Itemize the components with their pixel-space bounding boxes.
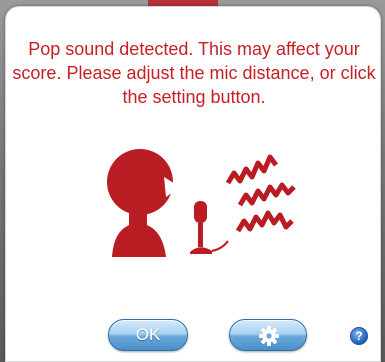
pop-wave-2: [237, 182, 296, 207]
question-mark-icon: ?: [355, 329, 363, 343]
person-neck: [129, 209, 147, 225]
mic-base: [190, 247, 212, 254]
pop-wave-1: [225, 154, 278, 185]
gear-icon: [259, 326, 279, 346]
mic-stand: [198, 223, 203, 247]
settings-button[interactable]: [229, 319, 307, 351]
help-button[interactable]: ?: [350, 327, 368, 345]
mic-cable: [211, 240, 229, 252]
person-head: [107, 149, 173, 215]
ok-button[interactable]: OK: [108, 319, 188, 351]
pop-wave-3: [235, 210, 294, 233]
pop-sound-dialog: Pop sound detected. This may affect your…: [5, 6, 381, 362]
speaker-pop-microphone-icon: [107, 149, 296, 257]
dialog-message: Pop sound detected. This may affect your…: [12, 39, 376, 107]
person-body: [112, 223, 166, 257]
mic-head: [194, 201, 207, 223]
